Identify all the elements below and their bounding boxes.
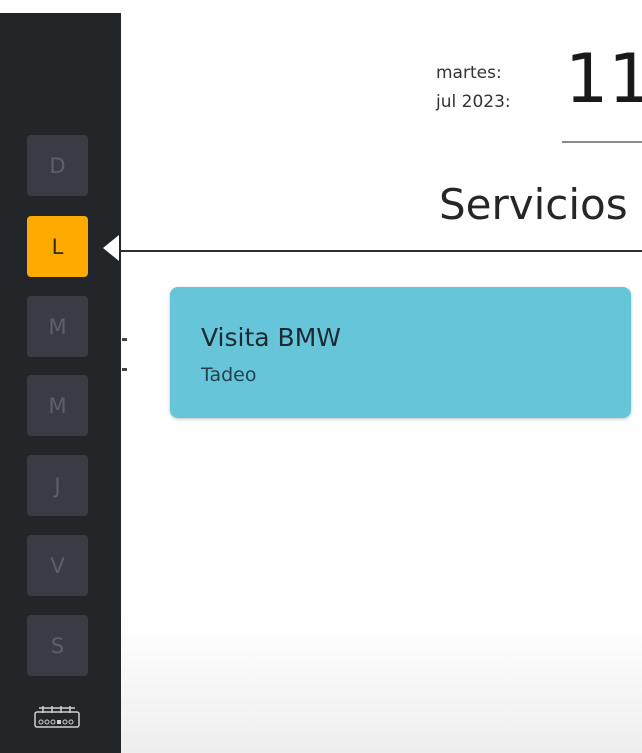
section-divider xyxy=(119,250,642,252)
section-title: Servicios xyxy=(439,180,628,229)
day-sidebar: D L M M J V S xyxy=(0,13,121,753)
day-button-thursday[interactable]: J xyxy=(27,455,88,516)
weekday-label: martes: xyxy=(436,63,502,83)
divider-mark xyxy=(122,368,127,371)
agenda-screen: D L M M J V S martes: jul 2023: 11 Servi… xyxy=(0,0,642,753)
service-card[interactable]: Visita BMW Tadeo xyxy=(170,287,631,418)
service-title: Visita BMW xyxy=(201,323,341,352)
day-button-wednesday[interactable]: M xyxy=(27,375,88,436)
day-button-monday[interactable]: L xyxy=(27,216,88,277)
day-button-friday[interactable]: V xyxy=(27,535,88,596)
divider-mark xyxy=(122,338,127,341)
service-client: Tadeo xyxy=(201,364,257,386)
day-number: 11 xyxy=(565,40,642,119)
month-year-label: jul 2023: xyxy=(436,92,511,112)
calendar-grid-icon[interactable] xyxy=(33,703,81,729)
day-button-sunday[interactable]: D xyxy=(27,135,88,196)
day-button-saturday[interactable]: S xyxy=(27,615,88,676)
active-day-pointer xyxy=(103,235,119,261)
date-label: martes: jul 2023: xyxy=(436,59,511,117)
date-divider xyxy=(562,141,642,143)
day-button-tuesday[interactable]: M xyxy=(27,296,88,357)
